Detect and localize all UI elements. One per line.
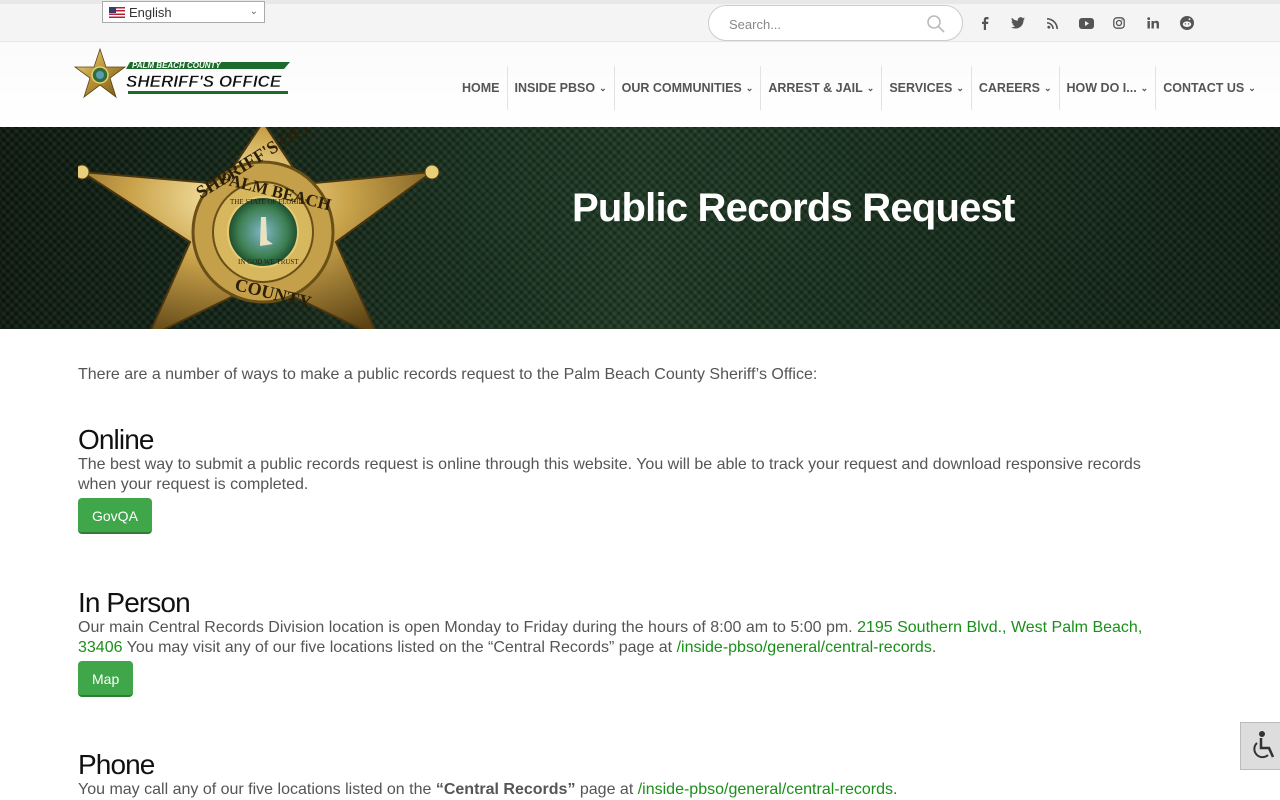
- search-input[interactable]: [729, 14, 924, 34]
- badge-seal-text: THE STATE OF FLORIDA: [230, 198, 309, 206]
- language-selector[interactable]: English ⌄: [102, 1, 265, 23]
- nav-label: HOME: [462, 81, 500, 95]
- nav-inside-pbso[interactable]: INSIDE PBSO ⌄: [508, 66, 615, 110]
- logo-line1: PALM BEACH COUNTY: [132, 61, 221, 70]
- facebook-icon[interactable]: [975, 13, 995, 33]
- phone-text-middle: page at: [575, 781, 638, 798]
- badge-motto-text: IN GOD WE TRUST: [238, 258, 299, 266]
- search-icon[interactable]: [926, 14, 946, 34]
- main-content: There are a number of ways to make a pub…: [78, 365, 1168, 798]
- central-records-link[interactable]: /inside-pbso/general/central-records: [677, 639, 932, 656]
- language-label: English: [129, 4, 172, 20]
- chevron-down-icon: ⌄: [956, 82, 964, 93]
- linkedin-icon[interactable]: [1143, 13, 1163, 33]
- logo-line2: SHERIFF'S OFFICE: [126, 72, 282, 91]
- nav-our-communities[interactable]: OUR COMMUNITIES ⌄: [615, 66, 762, 110]
- main-nav: HOME INSIDE PBSO ⌄ OUR COMMUNITIES ⌄ ARRES…: [455, 66, 1263, 110]
- top-bar: English ⌄: [0, 0, 1280, 42]
- nav-label: INSIDE PBSO: [514, 81, 596, 95]
- chevron-down-icon: ⌄: [249, 6, 258, 17]
- hero-banner: SHERIFF'S OFFICE PALM BEACH COUNTY THE S…: [0, 127, 1280, 329]
- twitter-icon[interactable]: [1008, 13, 1028, 33]
- accessibility-icon: [1253, 731, 1275, 759]
- phone-text-after: .: [892, 781, 898, 798]
- phone-text-before: You may call any of our five locations l…: [78, 781, 436, 798]
- govqa-button[interactable]: GovQA: [78, 498, 152, 534]
- chevron-down-icon: ⌄: [866, 82, 875, 93]
- nav-label: HOW DO I...: [1066, 81, 1137, 95]
- intro-text: There are a number of ways to make a pub…: [78, 366, 818, 383]
- chevron-down-icon: ⌄: [745, 82, 754, 93]
- in-person-text-before: Our main Central Records Division locati…: [78, 619, 858, 636]
- phone-text: You may call any of our five locations l…: [78, 780, 897, 800]
- in-person-text-after: .: [931, 639, 937, 656]
- page-title: Public Records Request: [572, 186, 1015, 230]
- sheriff-badge-image: SHERIFF'S OFFICE PALM BEACH COUNTY THE S…: [78, 127, 440, 329]
- site-header: PALM BEACH COUNTY SHERIFF'S OFFICE HOME …: [0, 42, 1280, 127]
- nav-arrest-jail[interactable]: ARREST & JAIL ⌄: [761, 66, 883, 110]
- chevron-down-icon: ⌄: [1248, 82, 1256, 93]
- in-person-text: Our main Central Records Division locati…: [78, 618, 1168, 658]
- instagram-icon[interactable]: [1109, 13, 1129, 33]
- rss-icon[interactable]: [1042, 13, 1062, 33]
- nav-label: CAREERS: [978, 81, 1040, 95]
- search-box: [708, 5, 963, 41]
- nav-label: OUR COMMUNITIES: [621, 81, 742, 95]
- nav-services[interactable]: SERVICES ⌄: [882, 66, 972, 110]
- youtube-icon[interactable]: [1076, 13, 1096, 33]
- map-button[interactable]: Map: [78, 661, 134, 697]
- section-in-person: In Person Our main Central Records Divis…: [78, 588, 1168, 697]
- reddit-icon[interactable]: [1177, 13, 1197, 33]
- sheriff-logo[interactable]: PALM BEACH COUNTY SHERIFF'S OFFICE: [70, 47, 292, 107]
- chevron-down-icon: ⌄: [599, 82, 607, 93]
- phone-heading: Phone: [78, 749, 155, 780]
- section-phone: Phone You may call any of our five locat…: [78, 750, 897, 800]
- in-person-heading: In Person: [78, 587, 191, 618]
- section-online: Online The best way to submit a public r…: [78, 425, 1168, 534]
- online-text: The best way to submit a public records …: [78, 456, 1141, 493]
- nav-label: SERVICES: [889, 81, 953, 95]
- nav-home[interactable]: HOME: [455, 66, 508, 110]
- online-heading: Online: [78, 424, 154, 455]
- nav-label: ARREST & JAIL: [768, 81, 863, 95]
- nav-how-do-i[interactable]: HOW DO I... ⌄: [1060, 66, 1157, 110]
- phone-central-records-link[interactable]: /inside-pbso/general/central-records: [638, 781, 893, 798]
- chevron-down-icon: ⌄: [1043, 82, 1052, 93]
- nav-label: CONTACT US: [1163, 81, 1245, 95]
- phone-text-bold: “Central Records”: [435, 781, 576, 798]
- nav-contact-us[interactable]: CONTACT US ⌄: [1156, 66, 1263, 110]
- accessibility-button[interactable]: [1240, 722, 1280, 770]
- chevron-down-icon: ⌄: [1140, 82, 1149, 93]
- in-person-text-middle: You may visit any of our five locations …: [122, 639, 677, 656]
- us-flag-icon: [109, 6, 125, 18]
- nav-careers[interactable]: CAREERS ⌄: [972, 66, 1060, 110]
